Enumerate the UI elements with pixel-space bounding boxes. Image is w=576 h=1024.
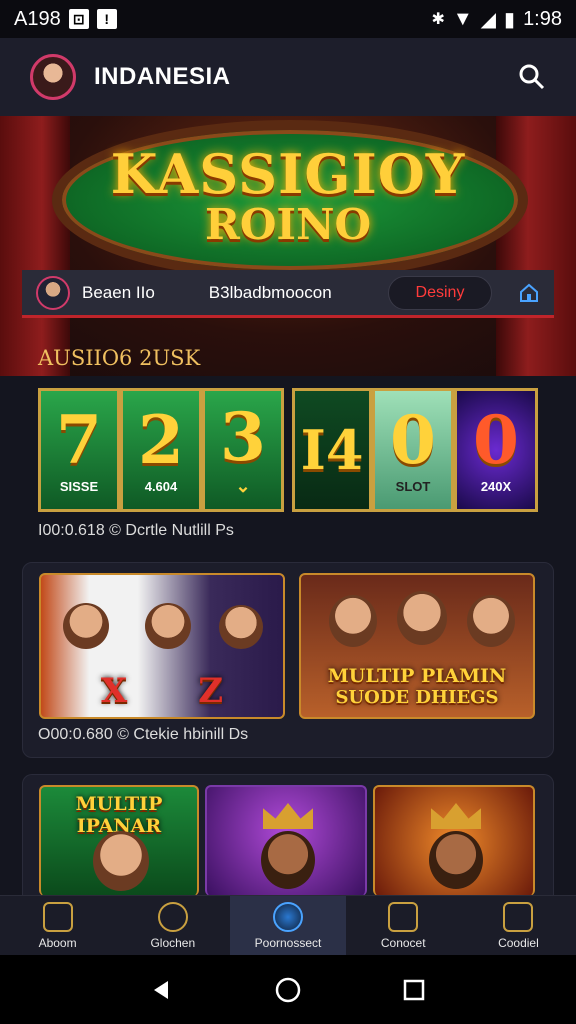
- game-thumbnail[interactable]: MULTIP IPANAR: [39, 785, 199, 896]
- nav-item-home[interactable]: Aboom: [0, 896, 115, 955]
- reel-value: 0: [473, 400, 519, 479]
- promo-title-line2: SUODE DHIEGS: [335, 687, 499, 708]
- reel-label: 4.604: [144, 478, 178, 494]
- wifi-icon: ▼: [452, 7, 473, 30]
- reel-value: 7: [56, 400, 102, 479]
- promo-thumbnail[interactable]: MULTIP PIAMIN SUODE DHIEGS: [299, 573, 535, 719]
- character-face: [467, 595, 515, 647]
- character-face: [63, 603, 109, 649]
- character-face: [145, 603, 191, 649]
- slot-symbol: Z: [198, 671, 224, 711]
- reel-2[interactable]: 2 4.604: [120, 388, 202, 512]
- reel-5[interactable]: 0 SLOT: [372, 388, 454, 512]
- slot-thumbnail[interactable]: X Z: [39, 573, 285, 719]
- search-icon[interactable]: [518, 63, 546, 91]
- notification-icon-2: !: [96, 9, 117, 29]
- notification-icon: ⊡: [68, 9, 89, 29]
- promo-title-line1: MULTIP PIAMIN: [327, 665, 507, 687]
- triangle-icon: [157, 901, 188, 932]
- nav-label: Aboom: [38, 935, 77, 950]
- clock: 1:98: [523, 7, 562, 30]
- reel-6[interactable]: 0 240X: [454, 388, 538, 512]
- reel-value: 0: [390, 400, 436, 479]
- game-meta-1: I00:0.618 © Dcrtle Nutlill Ps: [38, 522, 234, 539]
- crown-icon: [431, 803, 481, 829]
- nav-label: Conocet: [380, 935, 426, 950]
- logo-line1: KASSIGIOY: [110, 142, 466, 206]
- signal-icon: ◢: [480, 8, 497, 31]
- crown-icon: [263, 803, 313, 829]
- nav-item-3[interactable]: Poornossect: [230, 896, 346, 955]
- app-bar: INDANESIA: [0, 38, 576, 116]
- home-icon[interactable]: [518, 282, 540, 304]
- reel-4[interactable]: I4: [292, 388, 372, 512]
- bluetooth-icon: ✱: [431, 11, 445, 28]
- nav-item-4[interactable]: Conocet: [346, 896, 461, 955]
- reel-label: SLOT: [395, 478, 431, 494]
- slot-reels[interactable]: 7 SISSE 2 4.604 3 ⌄ I4 0 SLOT 0 240X: [38, 388, 538, 512]
- logo-line2: ROINO: [204, 200, 372, 249]
- hero-banner[interactable]: KASSIGIOY ROINO: [0, 116, 576, 376]
- nav-item-5[interactable]: Coodiel: [461, 896, 576, 955]
- game-thumbnail[interactable]: [205, 785, 367, 896]
- reel-3[interactable]: 3 ⌄: [202, 388, 284, 512]
- status-left-text: A198: [14, 7, 61, 30]
- nav-label: Coodiel: [498, 935, 539, 950]
- game-thumbnail[interactable]: [373, 785, 535, 896]
- character-face: [93, 831, 149, 891]
- reel-value: I4: [300, 418, 364, 482]
- status-bar: A198 ⊡ ! ✱ ▼ ◢ ▮ 1:98: [0, 0, 576, 38]
- section-title: AUSIIO6 2USK: [38, 346, 201, 370]
- back-icon[interactable]: [150, 978, 174, 1002]
- character-face: [261, 831, 315, 889]
- reel-value: 3: [220, 397, 266, 476]
- globe-icon: [273, 901, 303, 932]
- home-button-icon[interactable]: [274, 976, 302, 1004]
- app-title: INDANESIA: [94, 63, 231, 90]
- user-bar: Beaen IIo B3lbadbmoocon Desiny: [22, 270, 554, 318]
- battery-icon: ▮: [504, 8, 516, 31]
- character-face: [429, 831, 483, 889]
- username: Beaen IIo: [82, 282, 155, 302]
- character-face: [397, 591, 447, 645]
- bottom-nav: Aboom Glochen Poornossect Conocet Coodie…: [0, 895, 576, 955]
- home-icon: [42, 901, 73, 932]
- character-face: [219, 605, 263, 649]
- nav-label: Glochen: [150, 935, 196, 950]
- reel-1[interactable]: 7 SISSE: [38, 388, 120, 512]
- game-card: MULTIP IPANAR: [22, 774, 554, 896]
- avatar[interactable]: [30, 54, 76, 100]
- chevron-down-icon: ⌄: [235, 475, 251, 496]
- nav-item-2[interactable]: Glochen: [115, 896, 230, 955]
- character-face: [329, 595, 377, 647]
- recents-icon[interactable]: [402, 978, 426, 1002]
- bag-icon: [388, 901, 419, 932]
- slot-symbol: X: [100, 671, 128, 711]
- balance: B3lbadbmoocon: [208, 282, 332, 302]
- reel-label: 240X: [480, 478, 512, 494]
- chest-icon: [503, 901, 534, 932]
- deposit-button[interactable]: Desiny: [388, 275, 492, 310]
- reel-label: SISSE: [59, 478, 99, 494]
- game-meta-2: O00:0.680 © Ctekie hbinill Ds: [38, 726, 249, 743]
- reel-value: 2: [138, 400, 184, 479]
- system-nav-bar: [0, 955, 576, 1024]
- nav-label: Poornossect: [254, 935, 322, 950]
- user-avatar[interactable]: [36, 275, 70, 310]
- slot-symbols: X Z: [41, 671, 283, 711]
